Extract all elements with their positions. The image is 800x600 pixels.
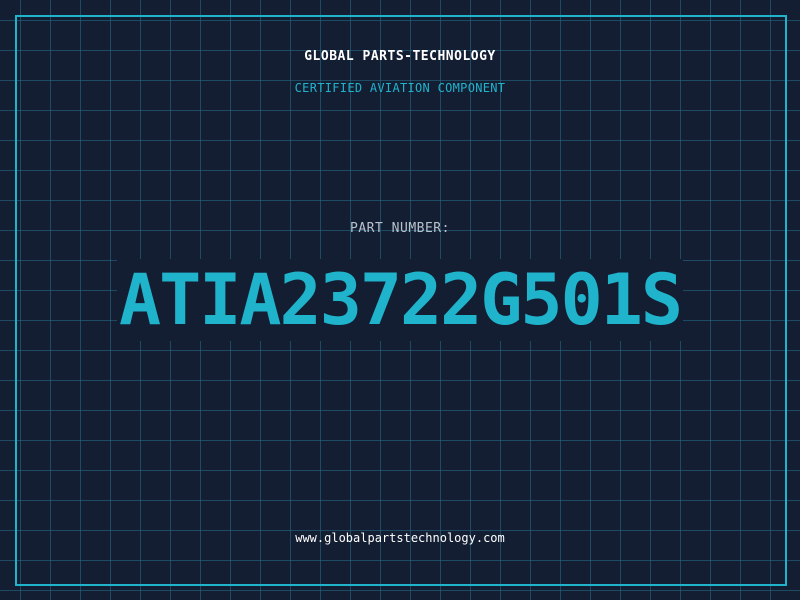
company-name: GLOBAL PARTS-TECHNOLOGY [304,49,496,64]
part-number-label: PART NUMBER: [350,221,450,236]
part-number-value: ATIA23722G501S [116,259,683,341]
part-card: GLOBAL PARTS-TECHNOLOGY CERTIFIED AVIATI… [0,0,800,600]
website-url: www.globalpartstechnology.com [295,531,505,545]
certification-subtitle: CERTIFIED AVIATION COMPONENT [294,81,506,95]
part-number-wrapper: ATIA23722G501S [0,259,800,341]
